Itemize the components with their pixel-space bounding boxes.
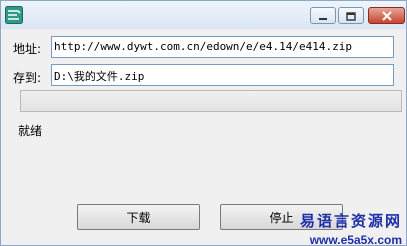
app-logo-icon	[5, 6, 23, 24]
download-button[interactable]: 下载	[77, 204, 200, 230]
address-label: 地址:	[13, 42, 42, 56]
watermark-url: www.e5a5x.com	[309, 233, 402, 246]
close-icon	[381, 6, 393, 25]
title-bar[interactable]	[1, 1, 406, 29]
maximize-button[interactable]	[338, 7, 364, 24]
minimize-icon	[318, 6, 328, 25]
client-area: 地址: http://www.dywt.com.cn/edown/e/e4.14…	[1, 29, 406, 245]
close-button[interactable]	[368, 7, 405, 24]
maximize-icon	[346, 6, 356, 25]
minimize-button[interactable]	[310, 7, 336, 24]
save-to-field[interactable]: D:\我的文件.zip	[51, 64, 394, 86]
download-window: 地址: http://www.dywt.com.cn/edown/e/e4.14…	[0, 0, 407, 246]
status-text: 就绪	[18, 124, 43, 138]
download-progress-bar	[20, 90, 402, 112]
watermark-name: 易语言资源网	[299, 212, 402, 230]
save-to-label: 存到:	[13, 71, 42, 85]
address-field[interactable]: http://www.dywt.com.cn/edown/e/e4.14/e41…	[51, 36, 394, 58]
watermark: 易语言资源网 www.e5a5x.com	[299, 210, 402, 246]
